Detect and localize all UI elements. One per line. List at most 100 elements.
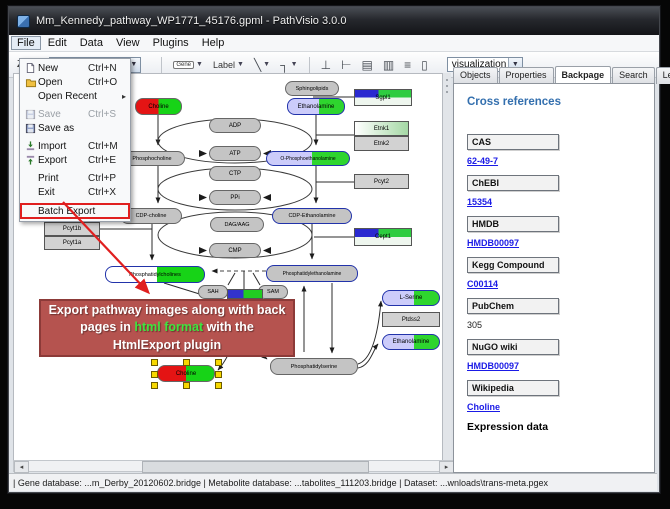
tab-objects[interactable]: Objects [453, 67, 498, 84]
tab-backpage[interactable]: Backpage [555, 66, 612, 83]
pathway-node-etnk1[interactable]: Etnk1 [354, 121, 409, 136]
app-window: Mm_Kennedy_pathway_WP1771_45176.gpml - P… [8, 6, 660, 493]
common-width-button[interactable]: ≡ [400, 55, 415, 75]
menu-help[interactable]: Help [196, 36, 231, 50]
reference-link[interactable]: HMDB00097 [467, 238, 637, 248]
reference-link[interactable]: C00114 [467, 279, 637, 289]
distribute-vertical-button[interactable]: ▥ [379, 55, 398, 75]
scroll-right-icon[interactable]: ▸ [439, 461, 454, 473]
title-bar[interactable]: Mm_Kennedy_pathway_WP1771_45176.gpml - P… [9, 7, 659, 35]
pathway-node-ethanolamine-bottom[interactable]: Ethanolamine [382, 334, 440, 350]
pathway-node-ptdss2[interactable]: Ptdss2 [382, 312, 440, 327]
selection-handle[interactable] [151, 382, 158, 389]
node-label: CDP-choline [136, 213, 167, 219]
line-tool-button[interactable]: ╲ ▼ [250, 55, 274, 75]
pathway-node-dag-aag[interactable]: DAG/AAG [210, 217, 264, 232]
pathway-node-choline-top[interactable]: Choline [135, 98, 182, 115]
menu-view[interactable]: View [110, 36, 146, 50]
tab-legend[interactable]: Legend [656, 67, 670, 84]
menu-data[interactable]: Data [74, 36, 109, 50]
file-menu-item-open[interactable]: OpenCtrl+O [20, 75, 130, 89]
selection-handle[interactable] [215, 359, 222, 366]
pathway-node-pcyt1b[interactable]: Pcyt1b [44, 222, 100, 236]
selection-handle[interactable] [183, 359, 190, 366]
reference-link[interactable]: HMDB00097 [467, 361, 637, 371]
pathway-node-choline-bottom[interactable]: Choline [157, 365, 215, 382]
menu-item-label: Batch Export [38, 206, 126, 217]
scrollbar-thumb[interactable] [142, 461, 369, 473]
menu-file[interactable]: File [11, 36, 41, 50]
pathway-node-cdp-ethanolamine[interactable]: CDP-Ethanolamine [272, 208, 352, 224]
pathway-node-cmp[interactable]: CMP [209, 243, 261, 258]
chevron-down-icon[interactable]: ▼ [196, 61, 203, 68]
align-middle-button[interactable]: ⊢ [337, 55, 355, 75]
node-label: O-Phosphoethanolamine [280, 156, 335, 162]
reference-link[interactable]: 62-49-7 [467, 156, 637, 166]
node-label: PPi [230, 195, 239, 201]
file-menu-item-export[interactable]: ExportCtrl+E [20, 153, 130, 167]
submenu-arrow-icon: ▸ [118, 92, 126, 101]
reference-link[interactable]: Choline [467, 402, 637, 412]
align-center-button[interactable]: ⊥ [317, 55, 335, 75]
selection-handle[interactable] [215, 382, 222, 389]
pathway-node-o-phosphoethanolamine[interactable]: O-Phosphoethanolamine [266, 151, 350, 166]
pathway-node-sgpl1[interactable]: Sgpl1 [354, 89, 412, 106]
gene-tool-button[interactable]: Gene ▼ [169, 55, 207, 75]
pathway-node-sah[interactable]: SAH [198, 285, 228, 299]
pathway-node-phosphatidylethanolamine[interactable]: Phosphatidylethanolamine [266, 265, 358, 282]
chevron-down-icon[interactable]: ▼ [237, 61, 244, 68]
menu-edit[interactable]: Edit [42, 36, 73, 50]
pathway-node-adp[interactable]: ADP [209, 118, 261, 133]
pathway-node-l-serine[interactable]: L-Serine [382, 290, 440, 306]
node-label: Pcyt1b [63, 226, 81, 232]
pathway-node-ctp[interactable]: CTP [209, 166, 261, 181]
status-text: | Gene database: ...m_Derby_20120602.bri… [13, 478, 548, 488]
panel-splitter[interactable] [443, 73, 451, 460]
file-menu-item-batch-export[interactable]: Batch Export [20, 203, 130, 219]
file-menu-item-save: SaveCtrl+S [20, 107, 130, 121]
callout-highlight: html format [134, 320, 203, 334]
node-label: CTP [229, 171, 241, 177]
selection-handle[interactable] [151, 371, 158, 378]
pathway-node-pemt[interactable] [227, 289, 263, 299]
horizontal-scrollbar[interactable]: ◂ ▸ [13, 460, 455, 472]
tab-search[interactable]: Search [612, 67, 655, 84]
pathway-node-sphingolipids[interactable]: Sphingolipids [285, 81, 339, 96]
tab-properties[interactable]: Properties [499, 67, 554, 84]
pathway-node-etnk2[interactable]: Etnk2 [354, 136, 409, 151]
menu-plugins[interactable]: Plugins [147, 36, 195, 50]
pathway-node-pcyt2[interactable]: Pcyt2 [354, 174, 409, 189]
selection-handle[interactable] [151, 359, 158, 366]
annotation-callout: Export pathway images along with back pa… [39, 299, 295, 357]
file-menu-item-print[interactable]: PrintCtrl+P [20, 171, 130, 185]
pathway-node-ethanolamine-top[interactable]: Ethanolamine [287, 98, 345, 115]
chevron-down-icon[interactable]: ▼ [263, 61, 270, 68]
reference-database-name: PubChem [467, 298, 559, 314]
node-label: Sgpl1 [375, 95, 390, 101]
selection-handle[interactable] [215, 371, 222, 378]
common-height-icon: ▯ [421, 58, 428, 72]
file-menu-item-new[interactable]: NewCtrl+N [20, 61, 130, 75]
toolbar-separator [309, 57, 310, 73]
chevron-down-icon[interactable]: ▼ [291, 61, 298, 68]
file-menu-item-import[interactable]: ImportCtrl+M [20, 139, 130, 153]
pathway-node-phosphatidylserine[interactable]: Phosphatidylserine [270, 358, 358, 375]
pathway-node-atp[interactable]: ATP [209, 146, 261, 161]
label-tool-button[interactable]: Label ▼ [209, 55, 248, 75]
pathway-node-ppi[interactable]: PPi [209, 190, 261, 205]
distribute-horizontal-button[interactable]: ▤ [357, 55, 376, 75]
window-title: Mm_Kennedy_pathway_WP1771_45176.gpml - P… [36, 15, 346, 27]
pathway-node-phosphatidylcholines[interactable]: Phosphatidylcholines [105, 266, 205, 283]
node-label: Ptdss2 [402, 317, 420, 323]
connector-tool-button[interactable]: ┐ ▼ [276, 55, 301, 75]
pathway-node-pcyt1a[interactable]: Pcyt1a [44, 236, 100, 250]
reference-link[interactable]: 15354 [467, 197, 637, 207]
file-menu-item-open-recent[interactable]: Open Recent▸ [20, 89, 130, 103]
scroll-left-icon[interactable]: ◂ [14, 461, 29, 473]
pathway-node-cept1[interactable]: Cept1 [354, 228, 412, 246]
file-menu-item-exit[interactable]: ExitCtrl+X [20, 185, 130, 199]
file-menu-item-save-as[interactable]: Save as [20, 121, 130, 135]
menu-item-shortcut: Ctrl+X [88, 187, 126, 198]
common-height-button[interactable]: ▯ [417, 55, 432, 75]
selection-handle[interactable] [183, 382, 190, 389]
